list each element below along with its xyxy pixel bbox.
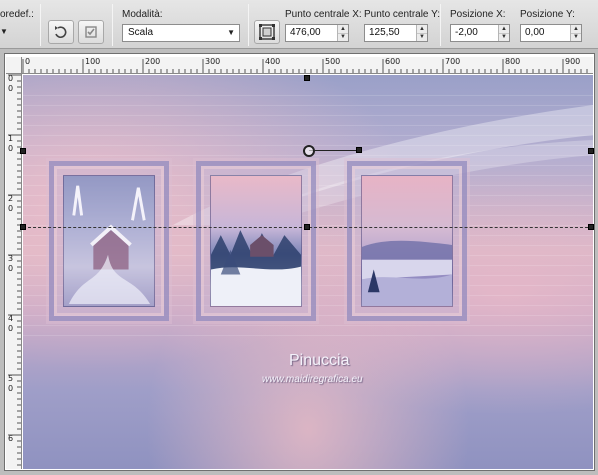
ruler-left-label: 3 bbox=[8, 254, 14, 263]
ruler-left-label: 6 bbox=[8, 434, 14, 443]
pos-y-label: Posizione Y: bbox=[520, 9, 575, 20]
decrement-icon[interactable]: ▼ bbox=[499, 33, 509, 41]
toolbar-divider bbox=[440, 4, 441, 46]
center-y-input[interactable]: 125,50 ▲ ▼ bbox=[364, 24, 428, 42]
pos-x-stepper[interactable]: ▲ ▼ bbox=[498, 25, 509, 41]
preset-dropdown-icon[interactable]: ▼ bbox=[0, 27, 10, 37]
increment-icon[interactable]: ▲ bbox=[338, 25, 348, 33]
decrement-icon[interactable]: ▼ bbox=[417, 33, 427, 41]
ruler-top-label: 400 bbox=[265, 57, 281, 66]
transform-handle-left[interactable] bbox=[20, 224, 26, 230]
watermark-title: Pinuccia bbox=[289, 352, 350, 369]
rotation-end-handle[interactable] bbox=[356, 147, 362, 153]
mode-select-value: Scala bbox=[128, 27, 154, 38]
pos-x-input[interactable]: -2,00 ▲ ▼ bbox=[450, 24, 510, 42]
decrement-icon[interactable]: ▼ bbox=[338, 33, 348, 41]
transform-handle-center[interactable] bbox=[304, 224, 310, 230]
winter-scene-illustration bbox=[64, 176, 154, 306]
mode-select[interactable]: Scala ▼ bbox=[122, 24, 240, 42]
center-y-value: 125,50 bbox=[369, 27, 400, 38]
ruler-top: 0 100 200 300 400 500 600 700 800 900 bbox=[6, 57, 593, 74]
rotation-arm bbox=[309, 150, 359, 151]
ruler-left-label: 1 bbox=[8, 134, 14, 143]
transform-handle-top-right[interactable] bbox=[588, 148, 594, 154]
tool-options-bar: oredef.: ▼ Modalità: Scala ▼ Punto centr… bbox=[0, 0, 598, 49]
toolbar-divider bbox=[248, 4, 249, 46]
chevron-down-icon: ▼ bbox=[227, 28, 235, 37]
center-y-label: Punto centrale Y: bbox=[364, 9, 440, 20]
ruler-left-label: 0 bbox=[8, 204, 14, 213]
center-x-label: Punto centrale X: bbox=[285, 9, 362, 20]
increment-icon[interactable]: ▲ bbox=[417, 25, 427, 33]
ruler-top-label: 700 bbox=[445, 57, 461, 66]
rotation-pivot-icon[interactable] bbox=[303, 145, 315, 157]
toolbar-divider bbox=[112, 4, 113, 46]
ruler-left-label: 0 bbox=[8, 324, 14, 333]
pos-y-stepper[interactable]: ▲ ▼ bbox=[570, 25, 581, 41]
ruler-left-label: 0 bbox=[8, 384, 14, 393]
pos-x-label: Posizione X: bbox=[450, 9, 506, 20]
photo-frame-1 bbox=[49, 161, 169, 321]
ruler-top-label: 200 bbox=[145, 57, 161, 66]
canvas-image[interactable]: Pinuccia www.maidiregrafica.eu bbox=[23, 75, 593, 469]
ruler-corner bbox=[6, 57, 22, 74]
ruler-left-label: 0 bbox=[8, 144, 14, 153]
ruler-left-label: 0 bbox=[8, 264, 14, 273]
transform-handle-right[interactable] bbox=[588, 224, 594, 230]
mode-label: Modalità: bbox=[122, 9, 163, 20]
center-x-input[interactable]: 476,00 ▲ ▼ bbox=[285, 24, 349, 42]
ruler-top-label: 600 bbox=[385, 57, 401, 66]
ruler-top-label: 0 bbox=[25, 57, 31, 66]
ruler-top-label: 900 bbox=[565, 57, 581, 66]
ruler-left: 0 0 1 0 2 0 3 0 4 0 5 0 6 bbox=[6, 74, 22, 469]
ruler-left-label: 0 bbox=[8, 74, 14, 83]
apply-icon[interactable] bbox=[78, 20, 104, 44]
increment-icon[interactable]: ▲ bbox=[571, 25, 581, 33]
ruler-top-label: 100 bbox=[85, 57, 101, 66]
center-x-value: 476,00 bbox=[290, 27, 321, 38]
preset-label: oredef.: bbox=[0, 9, 34, 20]
winter-lake-image bbox=[361, 175, 453, 307]
pos-y-input[interactable]: 0,00 ▲ ▼ bbox=[520, 24, 582, 42]
center-y-stepper[interactable]: ▲ ▼ bbox=[416, 25, 427, 41]
winter-lake-illustration bbox=[362, 240, 452, 306]
transform-handle-top-left[interactable] bbox=[20, 148, 26, 154]
reset-icon[interactable] bbox=[48, 20, 74, 44]
winter-cottage-image bbox=[63, 175, 155, 307]
center-point-icon[interactable] bbox=[254, 20, 280, 44]
ruler-top-label: 800 bbox=[505, 57, 521, 66]
ruler-left-label: 2 bbox=[8, 194, 14, 203]
winter-village-illustration bbox=[211, 230, 301, 306]
ruler-left-label: 5 bbox=[8, 374, 14, 383]
decrement-icon[interactable]: ▼ bbox=[571, 33, 581, 41]
increment-icon[interactable]: ▲ bbox=[499, 25, 509, 33]
photo-frame-2 bbox=[196, 161, 316, 321]
ruler-top-label: 300 bbox=[205, 57, 221, 66]
toolbar-divider bbox=[40, 4, 41, 46]
pos-y-value: 0,00 bbox=[525, 27, 545, 38]
ruler-left-label: 0 bbox=[8, 84, 14, 93]
pos-x-value: -2,00 bbox=[455, 27, 478, 38]
transform-handle-top[interactable] bbox=[304, 75, 310, 81]
watermark-url: www.maidiregrafica.eu bbox=[262, 374, 363, 385]
ruler-left-label: 4 bbox=[8, 314, 14, 323]
photo-frame-3 bbox=[347, 161, 467, 321]
ruler-top-label: 500 bbox=[325, 57, 341, 66]
center-x-stepper[interactable]: ▲ ▼ bbox=[337, 25, 348, 41]
winter-village-image bbox=[210, 175, 302, 307]
